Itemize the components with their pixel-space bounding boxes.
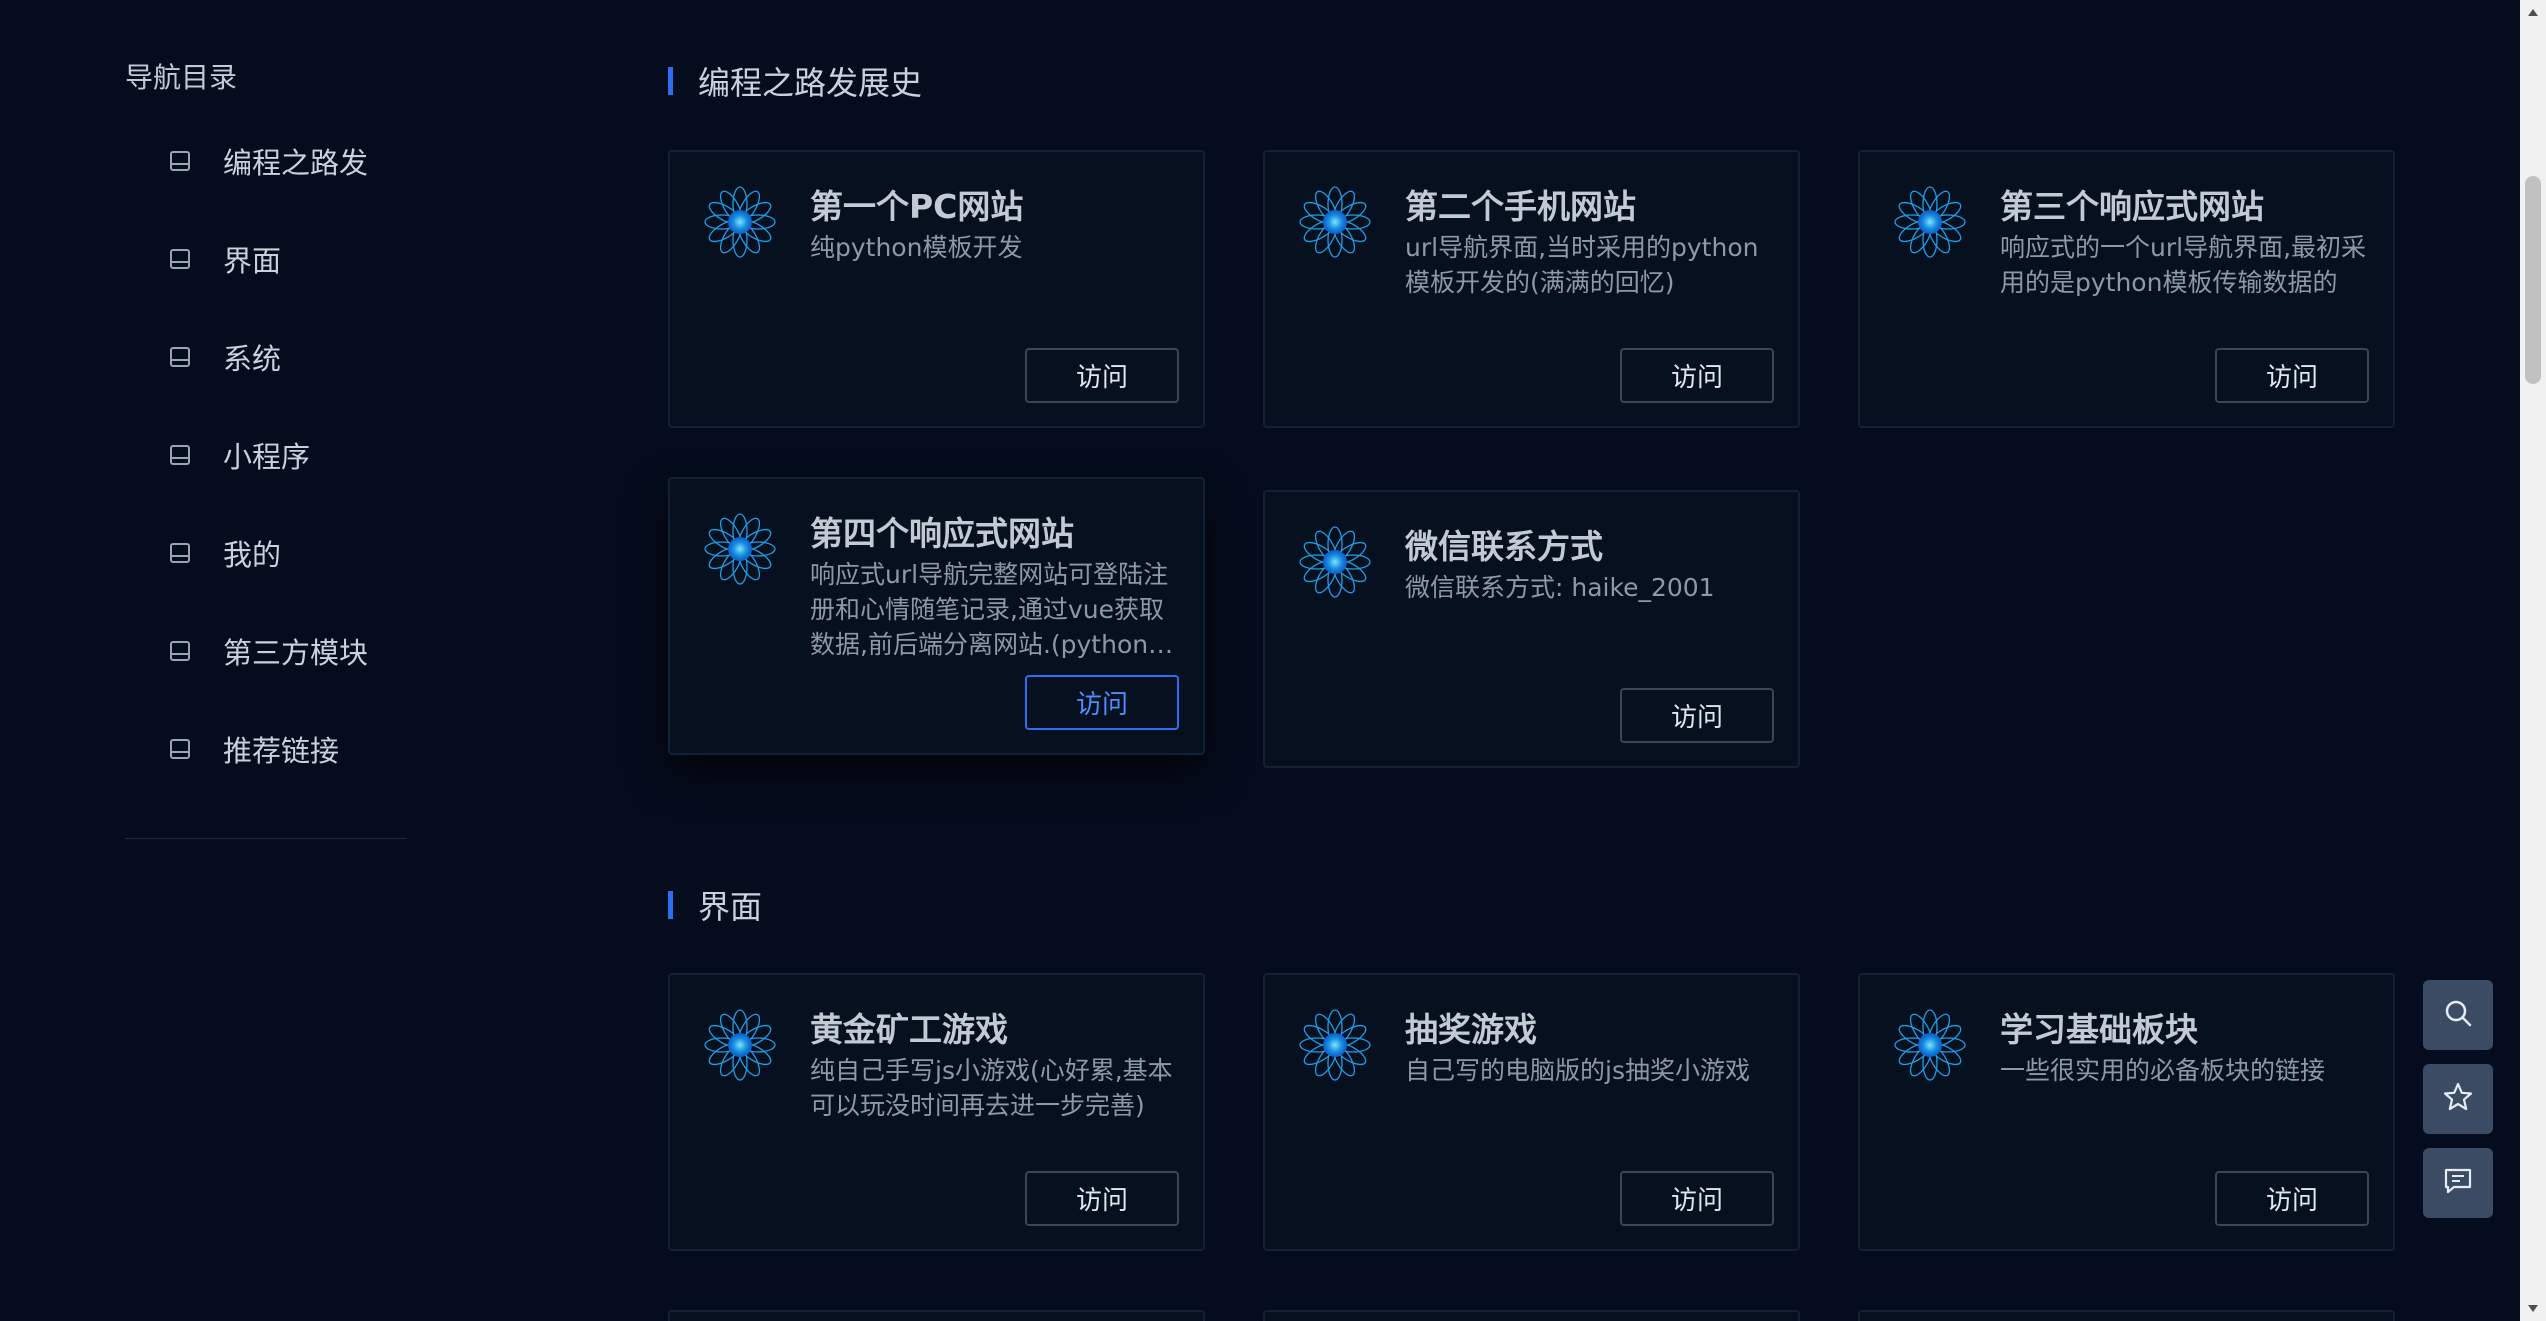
flower-logo-icon [1299,526,1371,598]
sidebar-item-label: 小程序 [223,440,311,474]
search-button[interactable] [2423,980,2493,1050]
comment-button[interactable] [2423,1148,2493,1218]
card-title: 第一个PC网站 [810,187,1024,226]
link-card[interactable]: 抽奖游戏 自己写的电脑版的js抽奖小游戏 访问 [1263,973,1800,1251]
vertical-scrollbar[interactable] [2520,0,2546,1321]
flower-logo-icon [704,513,776,585]
sidebar-item-interface[interactable]: 界面 [125,210,407,308]
drive-icon [166,735,194,763]
card-title: 微信联系方式 [1405,527,1603,566]
comment-icon [2442,1165,2474,1201]
link-card-partial[interactable] [1263,1310,1800,1321]
sidebar-nav: 导航目录 编程之路发 界面 系统 小程序 我的 第三方模块 推荐链接 [125,56,407,839]
section-title: 编程之路发展史 [668,59,922,103]
link-card[interactable]: 第一个PC网站 纯python模板开发 访问 [668,150,1205,428]
card-description: 自己写的电脑版的js抽奖小游戏 [1405,1056,1750,1085]
favorite-button[interactable] [2423,1064,2493,1134]
sidebar-item-label: 我的 [223,538,282,572]
link-card[interactable]: 第二个手机网站 url导航界面,当时采用的python模板开发的(满满的回忆) … [1263,150,1800,428]
link-card[interactable]: 微信联系方式 微信联系方式: haike_2001 访问 [1263,490,1800,768]
card-description: 微信联系方式: haike_2001 [1405,573,1715,602]
drive-icon [166,147,194,175]
link-card[interactable]: 第三个响应式网站 响应式的一个url导航界面,最初采用的是python模板传输数… [1858,150,2395,428]
scroll-down-arrow-icon[interactable] [2520,1295,2546,1321]
star-icon [2442,1081,2474,1117]
card-title: 第二个手机网站 [1405,187,1636,226]
sidebar-divider [125,838,407,839]
flower-logo-icon [1299,186,1371,258]
section-accent-bar [668,891,673,919]
link-card[interactable]: 第四个响应式网站 响应式url导航完整网站可登陆注册和心情随笔记录,通过vue获… [668,477,1205,755]
sidebar-item-recommended-links[interactable]: 推荐链接 [125,700,407,798]
card-title: 学习基础板块 [2000,1010,2198,1049]
drive-icon [166,245,194,273]
visit-button[interactable]: 访问 [1025,1171,1179,1226]
link-card-partial[interactable] [1858,1310,2395,1321]
card-title: 黄金矿工游戏 [810,1010,1008,1049]
card-description: 一些很实用的必备板块的链接 [2000,1056,2326,1085]
sidebar-item-label: 界面 [223,244,282,278]
card-description: 纯自己手写js小游戏(心好累,基本可以玩没时间再去进一步完善) [810,1056,1173,1120]
sidebar-item-programming-history[interactable]: 编程之路发 [125,112,407,210]
link-card[interactable]: 学习基础板块 一些很实用的必备板块的链接 访问 [1858,973,2395,1251]
sidebar-item-system[interactable]: 系统 [125,308,407,406]
sidebar-item-label: 推荐链接 [223,734,340,768]
sidebar-item-third-party[interactable]: 第三方模块 [125,602,407,700]
scrollbar-thumb[interactable] [2525,176,2541,384]
visit-button[interactable]: 访问 [2215,1171,2369,1226]
visit-button[interactable]: 访问 [1025,348,1179,403]
flower-logo-icon [1894,1009,1966,1081]
card-description: 纯python模板开发 [810,233,1023,262]
sidebar-item-mini-program[interactable]: 小程序 [125,406,407,504]
section-title: 界面 [668,883,762,927]
page: 导航目录 编程之路发 界面 系统 小程序 我的 第三方模块 推荐链接 编程之路发… [0,0,2546,1321]
drive-icon [166,539,194,567]
link-card[interactable]: 黄金矿工游戏 纯自己手写js小游戏(心好累,基本可以玩没时间再去进一步完善) 访… [668,973,1205,1251]
visit-button[interactable]: 访问 [1620,348,1774,403]
section-title-text: 编程之路发展史 [698,64,923,102]
card-title: 抽奖游戏 [1405,1010,1537,1049]
drive-icon [166,637,194,665]
flower-logo-icon [1894,186,1966,258]
visit-button[interactable]: 访问 [1620,1171,1774,1226]
sidebar-item-label: 系统 [223,342,282,376]
sidebar-title: 导航目录 [125,61,238,94]
link-card-partial[interactable] [668,1310,1205,1321]
visit-button[interactable]: 访问 [1620,688,1774,743]
sidebar-item-label: 编程之路发 [223,146,369,180]
card-title: 第四个响应式网站 [810,514,1074,553]
visit-button[interactable]: 访问 [2215,348,2369,403]
visit-button[interactable]: 访问 [1025,675,1179,730]
card-title: 第三个响应式网站 [2000,187,2264,226]
section-title-text: 界面 [698,888,763,926]
flower-logo-icon [704,186,776,258]
search-icon [2443,998,2473,1032]
section-accent-bar [668,67,673,95]
sidebar-item-mine[interactable]: 我的 [125,504,407,602]
scroll-up-arrow-icon[interactable] [2520,0,2546,26]
card-description: 响应式的一个url导航界面,最初采用的是python模板传输数据的 [2000,233,2367,297]
drive-icon [166,441,194,469]
drive-icon [166,343,194,371]
card-description: 响应式url导航完整网站可登陆注册和心情随笔记录,通过vue获取数据,前后端分离… [810,560,1174,659]
flower-logo-icon [704,1009,776,1081]
sidebar-item-label: 第三方模块 [223,636,369,670]
flower-logo-icon [1299,1009,1371,1081]
card-description: url导航界面,当时采用的python模板开发的(满满的回忆) [1405,233,1759,297]
